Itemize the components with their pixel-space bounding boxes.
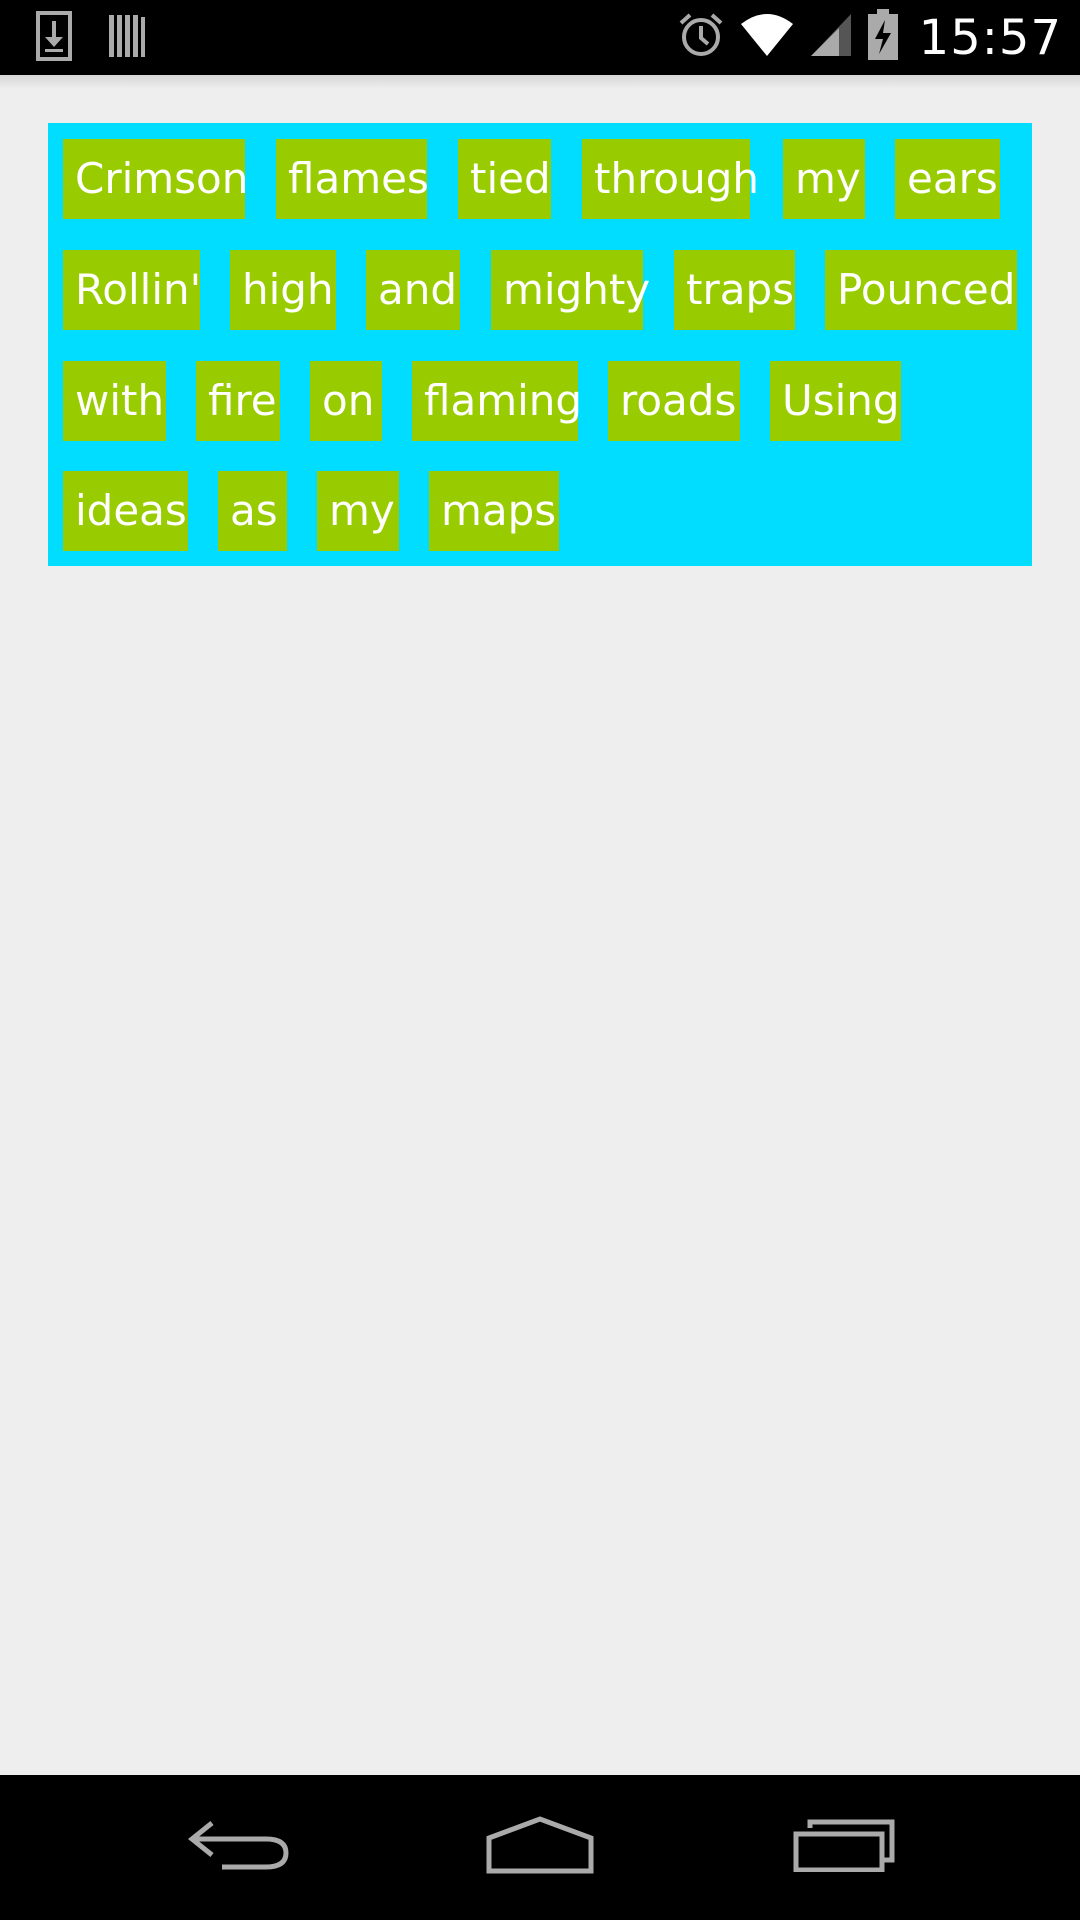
tag-item[interactable]: Rollin' <box>63 250 201 330</box>
tag-item[interactable]: Using <box>770 361 901 441</box>
wifi-icon <box>739 12 795 63</box>
tag-item[interactable]: Pounced <box>825 250 1017 330</box>
tag-item[interactable]: through <box>582 139 759 219</box>
tag-item[interactable]: on <box>310 361 382 441</box>
tag-item[interactable]: roads <box>608 361 740 441</box>
tag-item[interactable]: high <box>230 250 336 330</box>
tag-item[interactable]: as <box>218 471 287 551</box>
home-button[interactable] <box>440 1775 640 1920</box>
tag-item[interactable]: Crimson <box>63 139 248 219</box>
storage-icon <box>108 13 146 64</box>
tag-item[interactable]: fire <box>196 361 280 441</box>
status-right-icons: 15:57 <box>677 0 1062 75</box>
alarm-icon <box>677 11 725 64</box>
tag-item[interactable]: traps <box>674 250 795 330</box>
recent-apps-button[interactable] <box>744 1775 944 1920</box>
tag-flow-panel: Crimson flames tied through my ears Roll… <box>48 123 1032 566</box>
tag-item[interactable]: tied <box>458 139 551 219</box>
app-bar-shadow <box>0 75 1080 89</box>
tag-item[interactable]: ears <box>895 139 1000 219</box>
tag-item[interactable]: my <box>783 139 865 219</box>
status-left-icons <box>36 10 146 66</box>
back-icon <box>187 1817 292 1878</box>
navigation-bar <box>0 1775 1080 1920</box>
tag-item[interactable]: flaming <box>412 361 582 441</box>
tag-item[interactable]: with <box>63 361 166 441</box>
status-time: 15:57 <box>918 9 1062 66</box>
battery-charging-icon <box>867 9 899 66</box>
tag-item[interactable]: ideas <box>63 471 188 551</box>
tag-item[interactable]: flames <box>276 139 429 219</box>
status-bar: 15:57 <box>0 0 1080 75</box>
tag-item[interactable]: maps <box>429 471 559 551</box>
tag-item[interactable]: mighty <box>491 250 650 330</box>
tag-item[interactable]: and <box>366 250 460 330</box>
tag-item[interactable]: my <box>317 471 399 551</box>
home-icon <box>485 1816 595 1879</box>
recent-apps-icon <box>792 1818 896 1877</box>
download-icon <box>36 10 72 66</box>
signal-icon <box>809 12 853 63</box>
back-button[interactable] <box>140 1775 340 1920</box>
